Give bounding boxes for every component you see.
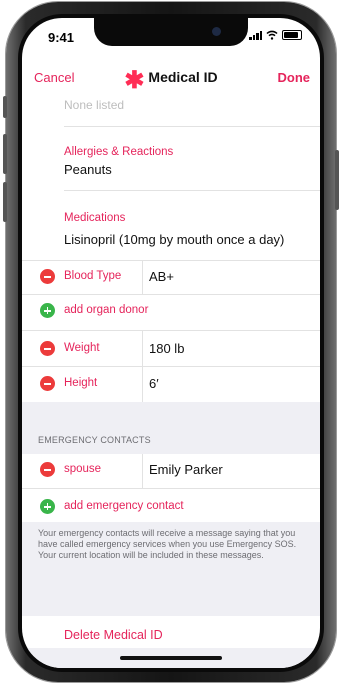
allergies-label: Allergies & Reactions (64, 146, 174, 158)
volume-down-button (3, 182, 7, 222)
volume-up-button (3, 134, 7, 174)
asterisk-icon: ✱ (124, 67, 145, 94)
emergency-contacts-note: Your emergency contacts will receive a m… (38, 528, 297, 560)
home-indicator[interactable] (120, 656, 222, 660)
height-value[interactable]: 6′ (149, 376, 159, 391)
mute-switch (3, 96, 7, 118)
divider (22, 294, 320, 295)
divider (22, 260, 320, 261)
blood-type-label: Blood Type (64, 270, 122, 282)
contact-name-value[interactable]: Emily Parker (149, 462, 223, 477)
add-organ-donor-button[interactable]: add organ donor (64, 304, 148, 316)
notch (94, 18, 248, 46)
delete-medical-id-button[interactable]: Delete Medical ID (64, 628, 163, 642)
weight-label: Weight (64, 342, 100, 354)
divider (64, 190, 320, 191)
phone-screen: 9:41 Cancel ✱ Medical ID Done None listed… (22, 18, 320, 668)
remove-contact-button[interactable] (40, 462, 55, 477)
medications-field[interactable]: Lisinopril (10mg by mouth once a day) (64, 232, 284, 247)
add-contact-icon[interactable] (40, 499, 55, 514)
previous-field-value[interactable]: None listed (64, 98, 124, 112)
battery-icon (282, 30, 302, 40)
page-title: ✱ Medical ID (22, 69, 320, 93)
camera-icon (212, 27, 221, 36)
blood-type-value[interactable]: AB+ (149, 269, 174, 284)
emergency-contacts-header: EMERGENCY CONTACTS (38, 435, 151, 445)
status-time: 9:41 (48, 30, 75, 45)
remove-blood-type-button[interactable] (40, 269, 55, 284)
row-separator (142, 454, 143, 488)
status-icons (249, 30, 302, 40)
remove-weight-button[interactable] (40, 341, 55, 356)
power-button (335, 150, 339, 210)
medical-id-form: None listed Allergies & Reactions Peanut… (22, 98, 320, 668)
remove-height-button[interactable] (40, 376, 55, 391)
navigation-bar: Cancel ✱ Medical ID Done (22, 62, 320, 98)
section-gap: EMERGENCY CONTACTS (22, 402, 320, 454)
row-separator (142, 366, 143, 402)
cellular-signal-icon (249, 30, 262, 40)
height-label: Height (64, 377, 98, 389)
divider (22, 330, 320, 331)
page-title-text: Medical ID (148, 69, 218, 85)
add-emergency-contact-button[interactable]: add emergency contact (64, 500, 184, 512)
divider (22, 488, 320, 489)
add-organ-donor-icon[interactable] (40, 303, 55, 318)
row-separator (142, 260, 143, 294)
medications-label: Medications (64, 212, 126, 224)
footnote-band: Your emergency contacts will receive a m… (22, 522, 320, 616)
contact-relation-label[interactable]: spouse (64, 463, 101, 475)
allergies-field[interactable]: Peanuts (64, 162, 112, 177)
row-separator (142, 330, 143, 366)
divider (64, 126, 320, 127)
divider (22, 366, 320, 367)
weight-value[interactable]: 180 lb (149, 341, 184, 356)
done-button[interactable]: Done (278, 70, 311, 85)
wifi-icon (266, 30, 278, 40)
